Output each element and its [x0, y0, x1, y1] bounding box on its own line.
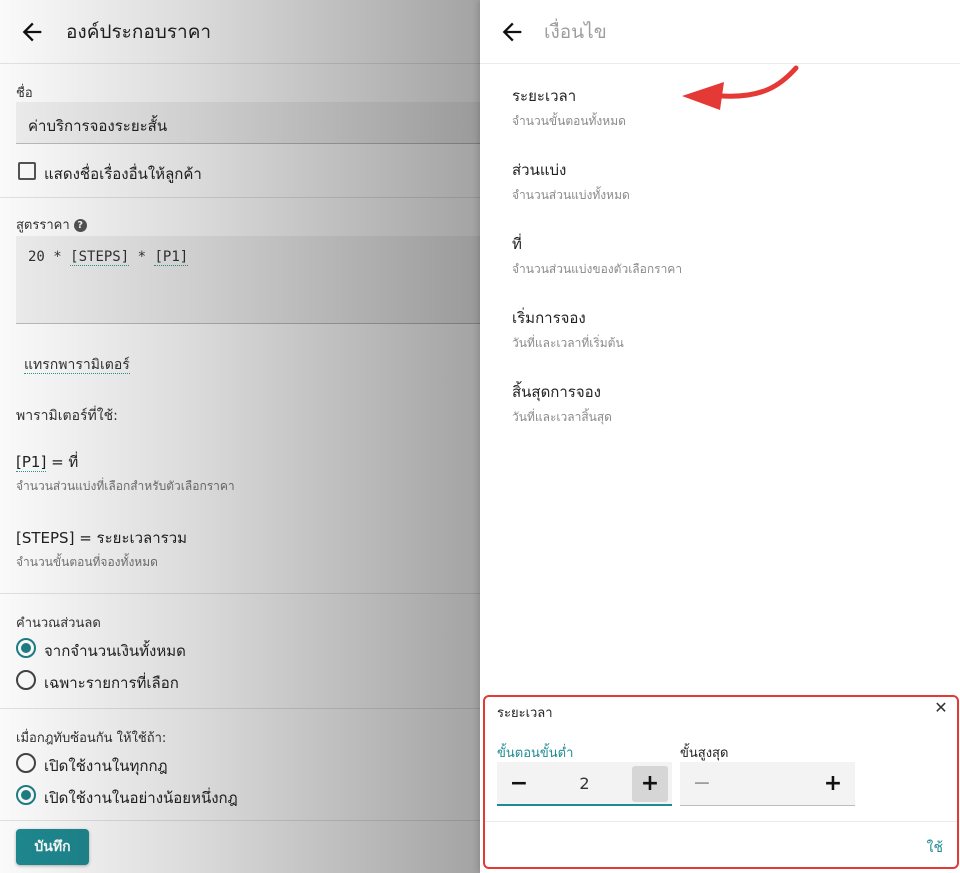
param-p1-token: [P1] [16, 453, 47, 472]
condition-desc: วันที่และเวลาที่เริ่มต้น [512, 336, 624, 350]
params-used-label: พารามิเตอร์ที่ใช้: [16, 408, 118, 424]
condition-option-seats[interactable]: ที่ จำนวนส่วนแบ่งของตัวเลือกราคา [512, 232, 932, 279]
dialog-title: ระยะเวลา [497, 706, 553, 721]
discount-label: คำนวณส่วนลด [16, 616, 101, 631]
formula-token-p1: [P1] [154, 249, 189, 266]
back-arrow-icon[interactable] [18, 18, 46, 46]
help-icon[interactable]: ? [73, 219, 87, 232]
apply-button[interactable]: ใช้ [927, 837, 943, 859]
max-steps-stepper: − + [680, 762, 855, 806]
param-p1: [P1] = ที่ [16, 450, 78, 474]
param-p1-name: = ที่ [46, 453, 79, 471]
discount-option-selected: เฉพาะรายการที่เลือก [44, 674, 179, 692]
min-steps-label: ขั้นตอนขั้นต่ำ [497, 746, 574, 761]
duration-condition-dialog: ระยะเวลา ✕ ขั้นตอนขั้นต่ำ 2 − + ขั้นสูงส… [483, 695, 959, 869]
annotation-arrow-icon [682, 65, 799, 110]
condition-option-shares[interactable]: ส่วนแบ่ง จำนวนส่วนแบ่งทั้งหมด [512, 158, 932, 205]
overlap-radio-all[interactable] [16, 753, 36, 773]
formula-part: * [129, 249, 155, 265]
minus-icon[interactable]: − [501, 766, 537, 802]
save-button[interactable]: บันทึก [16, 829, 89, 865]
param-steps-desc: จำนวนขั้นตอนที่จองทั้งหมด [16, 555, 158, 569]
left-header: องค์ประกอบราคา [0, 0, 480, 64]
condition-title: สิ้นสุดการจอง [512, 383, 601, 401]
page-title: องค์ประกอบราคา [66, 20, 212, 43]
formula-label-text: สูตรราคา [16, 218, 70, 233]
discount-radio-selected[interactable] [16, 670, 36, 690]
plus-icon[interactable]: + [632, 766, 668, 802]
overlap-radio-any[interactable] [16, 785, 36, 805]
insert-parameter-label: แทรกพารามิเตอร์ [24, 357, 130, 374]
param-p1-desc: จำนวนส่วนแบ่งที่เลือกสำหรับตัวเลือกราคา [16, 479, 235, 493]
divider [0, 593, 480, 594]
max-steps-label: ขั้นสูงสุด [680, 746, 729, 761]
condition-title: ส่วนแบ่ง [512, 161, 567, 179]
formula-editor[interactable]: 20 * [STEPS] * [P1] [16, 236, 480, 324]
overlap-option-any: เปิดใช้งานในอย่างน้อยหนึ่งกฎ [44, 789, 238, 807]
overlap-label: เมื่อกฎทับซ้อนกัน ให้ใช้ถ้า: [16, 731, 167, 746]
divider [0, 708, 480, 709]
close-icon[interactable]: ✕ [933, 700, 949, 716]
divider [0, 820, 480, 821]
condition-desc: จำนวนส่วนแบ่งของตัวเลือกราคา [512, 262, 683, 276]
plus-icon[interactable]: + [815, 766, 851, 802]
condition-title: ที่ [512, 235, 522, 253]
right-header: เงื่อนไข [480, 0, 960, 64]
condition-option-booking-end[interactable]: สิ้นสุดการจอง วันที่และเวลาสิ้นสุด [512, 380, 932, 427]
param-steps-name: = ระยะเวลารวม [74, 529, 188, 547]
name-label: ชื่อ [16, 86, 33, 101]
condition-desc: จำนวนส่วนแบ่งทั้งหมด [512, 188, 630, 202]
discount-option-total: จากจำนวนเงินทั้งหมด [44, 642, 186, 660]
price-component-panel: องค์ประกอบราคา ชื่อ ค่าบริการจองระยะสั้น… [0, 0, 480, 873]
divider [0, 197, 480, 198]
condition-title: เริ่มการจอง [512, 309, 586, 327]
formula-part: 20 * [28, 249, 71, 265]
show-other-name-label: แสดงชื่อเรื่องอื่นให้ลูกค้า [44, 165, 202, 183]
discount-radio-total[interactable] [16, 638, 36, 658]
name-input[interactable]: ค่าบริการจองระยะสั้น [16, 102, 480, 144]
min-steps-stepper: 2 − + [497, 762, 672, 806]
back-arrow-icon[interactable] [498, 18, 526, 46]
formula-token-steps: [STEPS] [70, 249, 130, 266]
param-steps: [STEPS] = ระยะเวลารวม [16, 526, 187, 550]
param-steps-token: [STEPS] [16, 529, 75, 547]
formula-label: สูตรราคา? [16, 214, 87, 235]
condition-desc: วันที่และเวลาสิ้นสุด [512, 410, 612, 424]
divider [485, 821, 957, 822]
overlap-option-all: เปิดใช้งานในทุกกฎ [44, 757, 168, 775]
minus-icon[interactable]: − [684, 766, 720, 802]
show-other-name-checkbox[interactable] [18, 162, 36, 180]
condition-option-booking-start[interactable]: เริ่มการจอง วันที่และเวลาที่เริ่มต้น [512, 306, 932, 353]
insert-parameter-button[interactable]: แทรกพารามิเตอร์ [16, 346, 138, 380]
drawer-title: เงื่อนไข [544, 20, 607, 43]
